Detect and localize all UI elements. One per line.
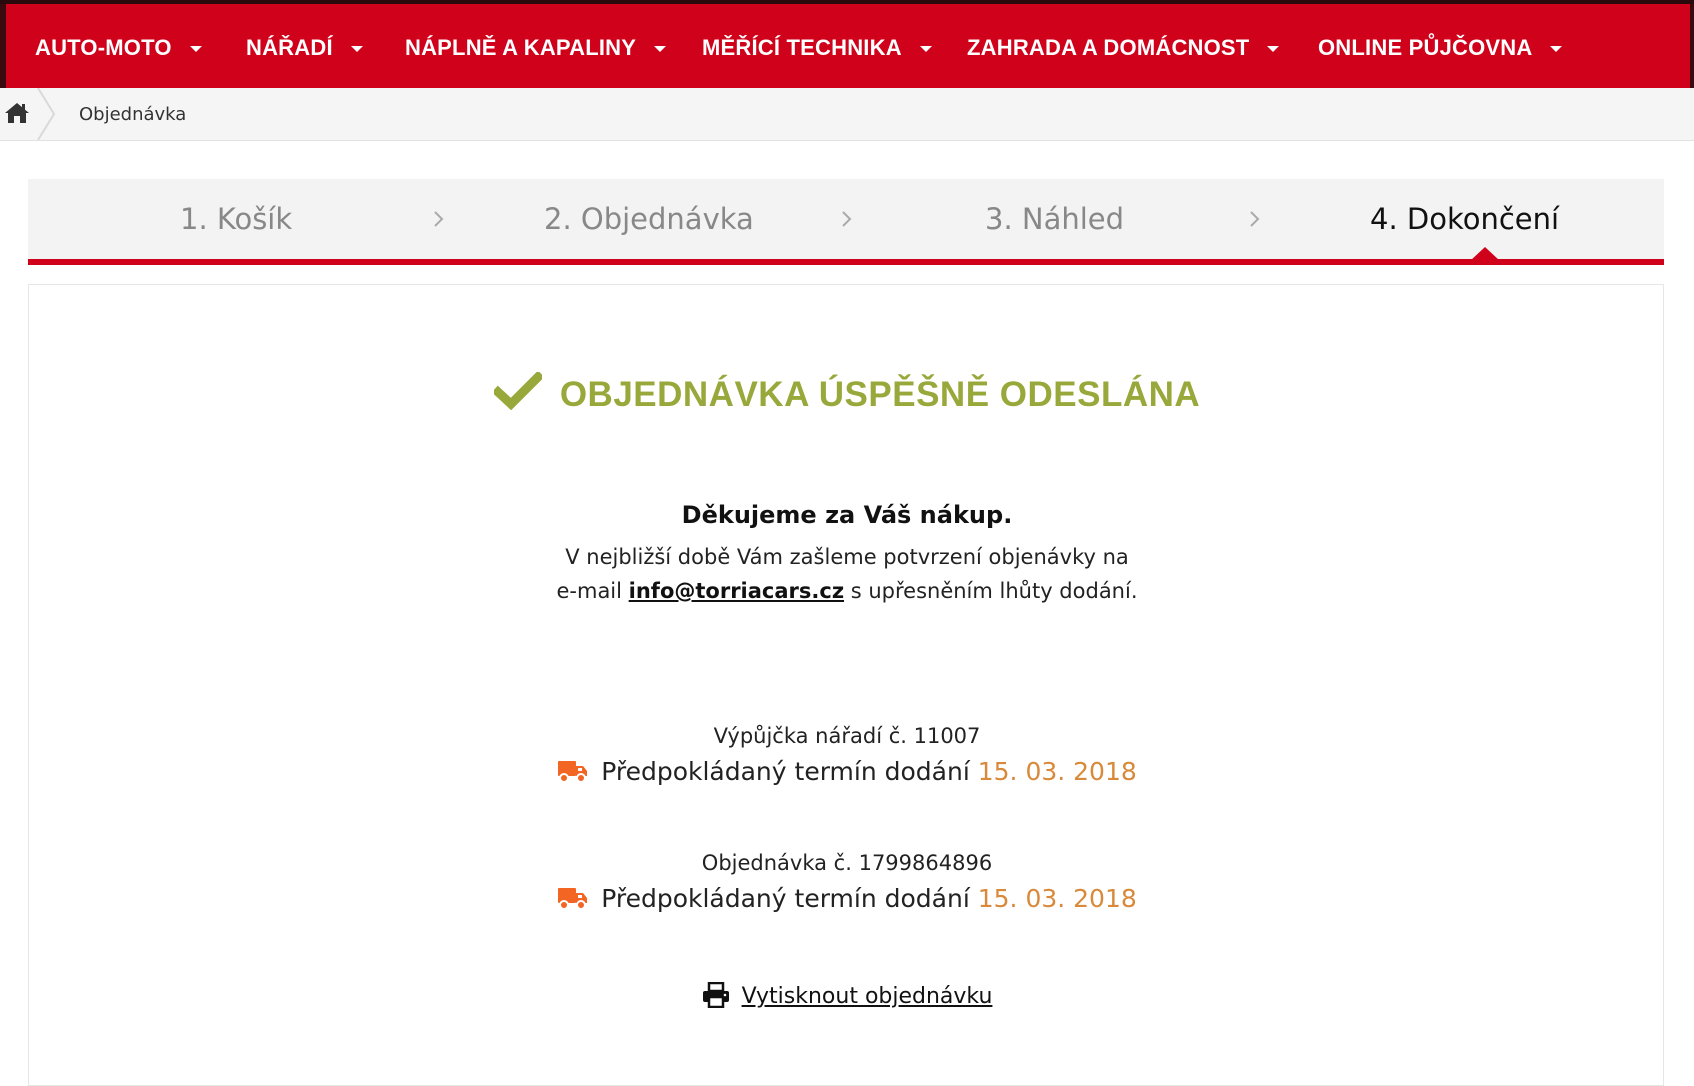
check-icon <box>493 372 542 410</box>
breadcrumb: Objednávka <box>0 88 1694 141</box>
printer-icon <box>702 982 729 1008</box>
confirmation-line-1: V nejbližší době Vám zašleme potvrzení o… <box>565 545 1129 569</box>
active-step-pointer <box>1470 247 1500 261</box>
rental-delivery: Předpokládaný termín dodání 15. 03. 2018 <box>0 757 1694 786</box>
chevron-right-icon <box>842 211 852 227</box>
truck-icon <box>558 888 588 910</box>
thanks-message: Děkujeme za Váš nákup. <box>681 501 1013 529</box>
caret-down-icon <box>189 46 202 52</box>
truck-icon <box>558 761 588 783</box>
rental-order-label: Výpůjčka nářadí č. 11007 <box>713 724 981 748</box>
nav-item-naradi[interactable]: NÁŘADÍ <box>246 8 363 88</box>
delivery-text: Předpokládaný termín dodání <box>601 757 970 786</box>
nav-item-auto-moto[interactable]: AUTO-MOTO <box>35 8 202 88</box>
step-objednavka[interactable]: 2. Objednávka <box>544 179 754 259</box>
success-heading: OBJEDNÁVKA ÚSPĚŠNĚ ODESLÁNA <box>0 372 1694 415</box>
nav-item-label: NÁPLNĚ A KAPALINY <box>405 35 637 60</box>
top-navigation: AUTO-MOTO NÁŘADÍ NÁPLNĚ A KAPALINY MĚŘÍC… <box>0 0 1694 88</box>
caret-down-icon <box>350 46 363 52</box>
order-number-label: Objednávka č. 1799864896 <box>701 851 993 875</box>
chevron-right-icon <box>434 211 444 227</box>
email-link[interactable]: info@torriacars.cz <box>629 579 844 603</box>
nav-item-zahrada[interactable]: ZAHRADA A DOMÁCNOST <box>967 8 1280 88</box>
confirmation-info: V nejbližší době Vám zašleme potvrzení o… <box>0 540 1694 608</box>
print-order-link[interactable]: Vytisknout objednávku <box>742 984 993 1009</box>
nav-item-label: AUTO-MOTO <box>35 35 172 60</box>
checkout-steps: 1. Košík 2. Objednávka 3. Náhled 4. Doko… <box>28 179 1664 265</box>
step-kosik[interactable]: 1. Košík <box>180 179 292 259</box>
nav-edge-left <box>0 4 6 88</box>
delivery-date: 15. 03. 2018 <box>977 884 1137 913</box>
order-delivery: Předpokládaný termín dodání 15. 03. 2018 <box>0 884 1694 913</box>
delivery-text: Předpokládaný termín dodání <box>601 884 970 913</box>
breadcrumb-current: Objednávka <box>79 103 187 125</box>
step-dokonceni: 4. Dokončení <box>1370 202 1560 236</box>
delivery-date: 15. 03. 2018 <box>977 757 1137 786</box>
confirmation-suffix: s upřesněním lhůty dodání. <box>844 579 1138 603</box>
success-title: OBJEDNÁVKA ÚSPĚŠNĚ ODESLÁNA <box>559 375 1201 414</box>
chevron-right-icon <box>1250 211 1260 227</box>
print-order[interactable]: Vytisknout objednávku <box>0 982 1694 1009</box>
confirmation-prefix: e-mail <box>556 579 629 603</box>
caret-down-icon <box>1267 46 1280 52</box>
caret-down-icon <box>1550 46 1563 52</box>
nav-item-label: ONLINE PŮJČOVNA <box>1318 35 1533 60</box>
breadcrumb-separator <box>37 88 56 140</box>
nav-item-label: ZAHRADA A DOMÁCNOST <box>967 35 1250 60</box>
nav-item-label: MĚŘÍCÍ TECHNIKA <box>702 35 902 60</box>
nav-item-merici-technika[interactable]: MĚŘÍCÍ TECHNIKA <box>702 8 932 88</box>
home-icon[interactable] <box>4 100 30 126</box>
step-nahled[interactable]: 3. Náhled <box>985 179 1124 259</box>
nav-item-naplne[interactable]: NÁPLNĚ A KAPALINY <box>405 8 667 88</box>
caret-down-icon <box>654 46 667 52</box>
nav-item-online-pujcovna[interactable]: ONLINE PŮJČOVNA <box>1318 8 1563 88</box>
caret-down-icon <box>919 46 932 52</box>
nav-edge-right <box>1690 4 1694 88</box>
nav-item-label: NÁŘADÍ <box>246 35 333 60</box>
confirmation-line-2: e-mail info@torriacars.cz s upřesněním l… <box>0 574 1694 608</box>
